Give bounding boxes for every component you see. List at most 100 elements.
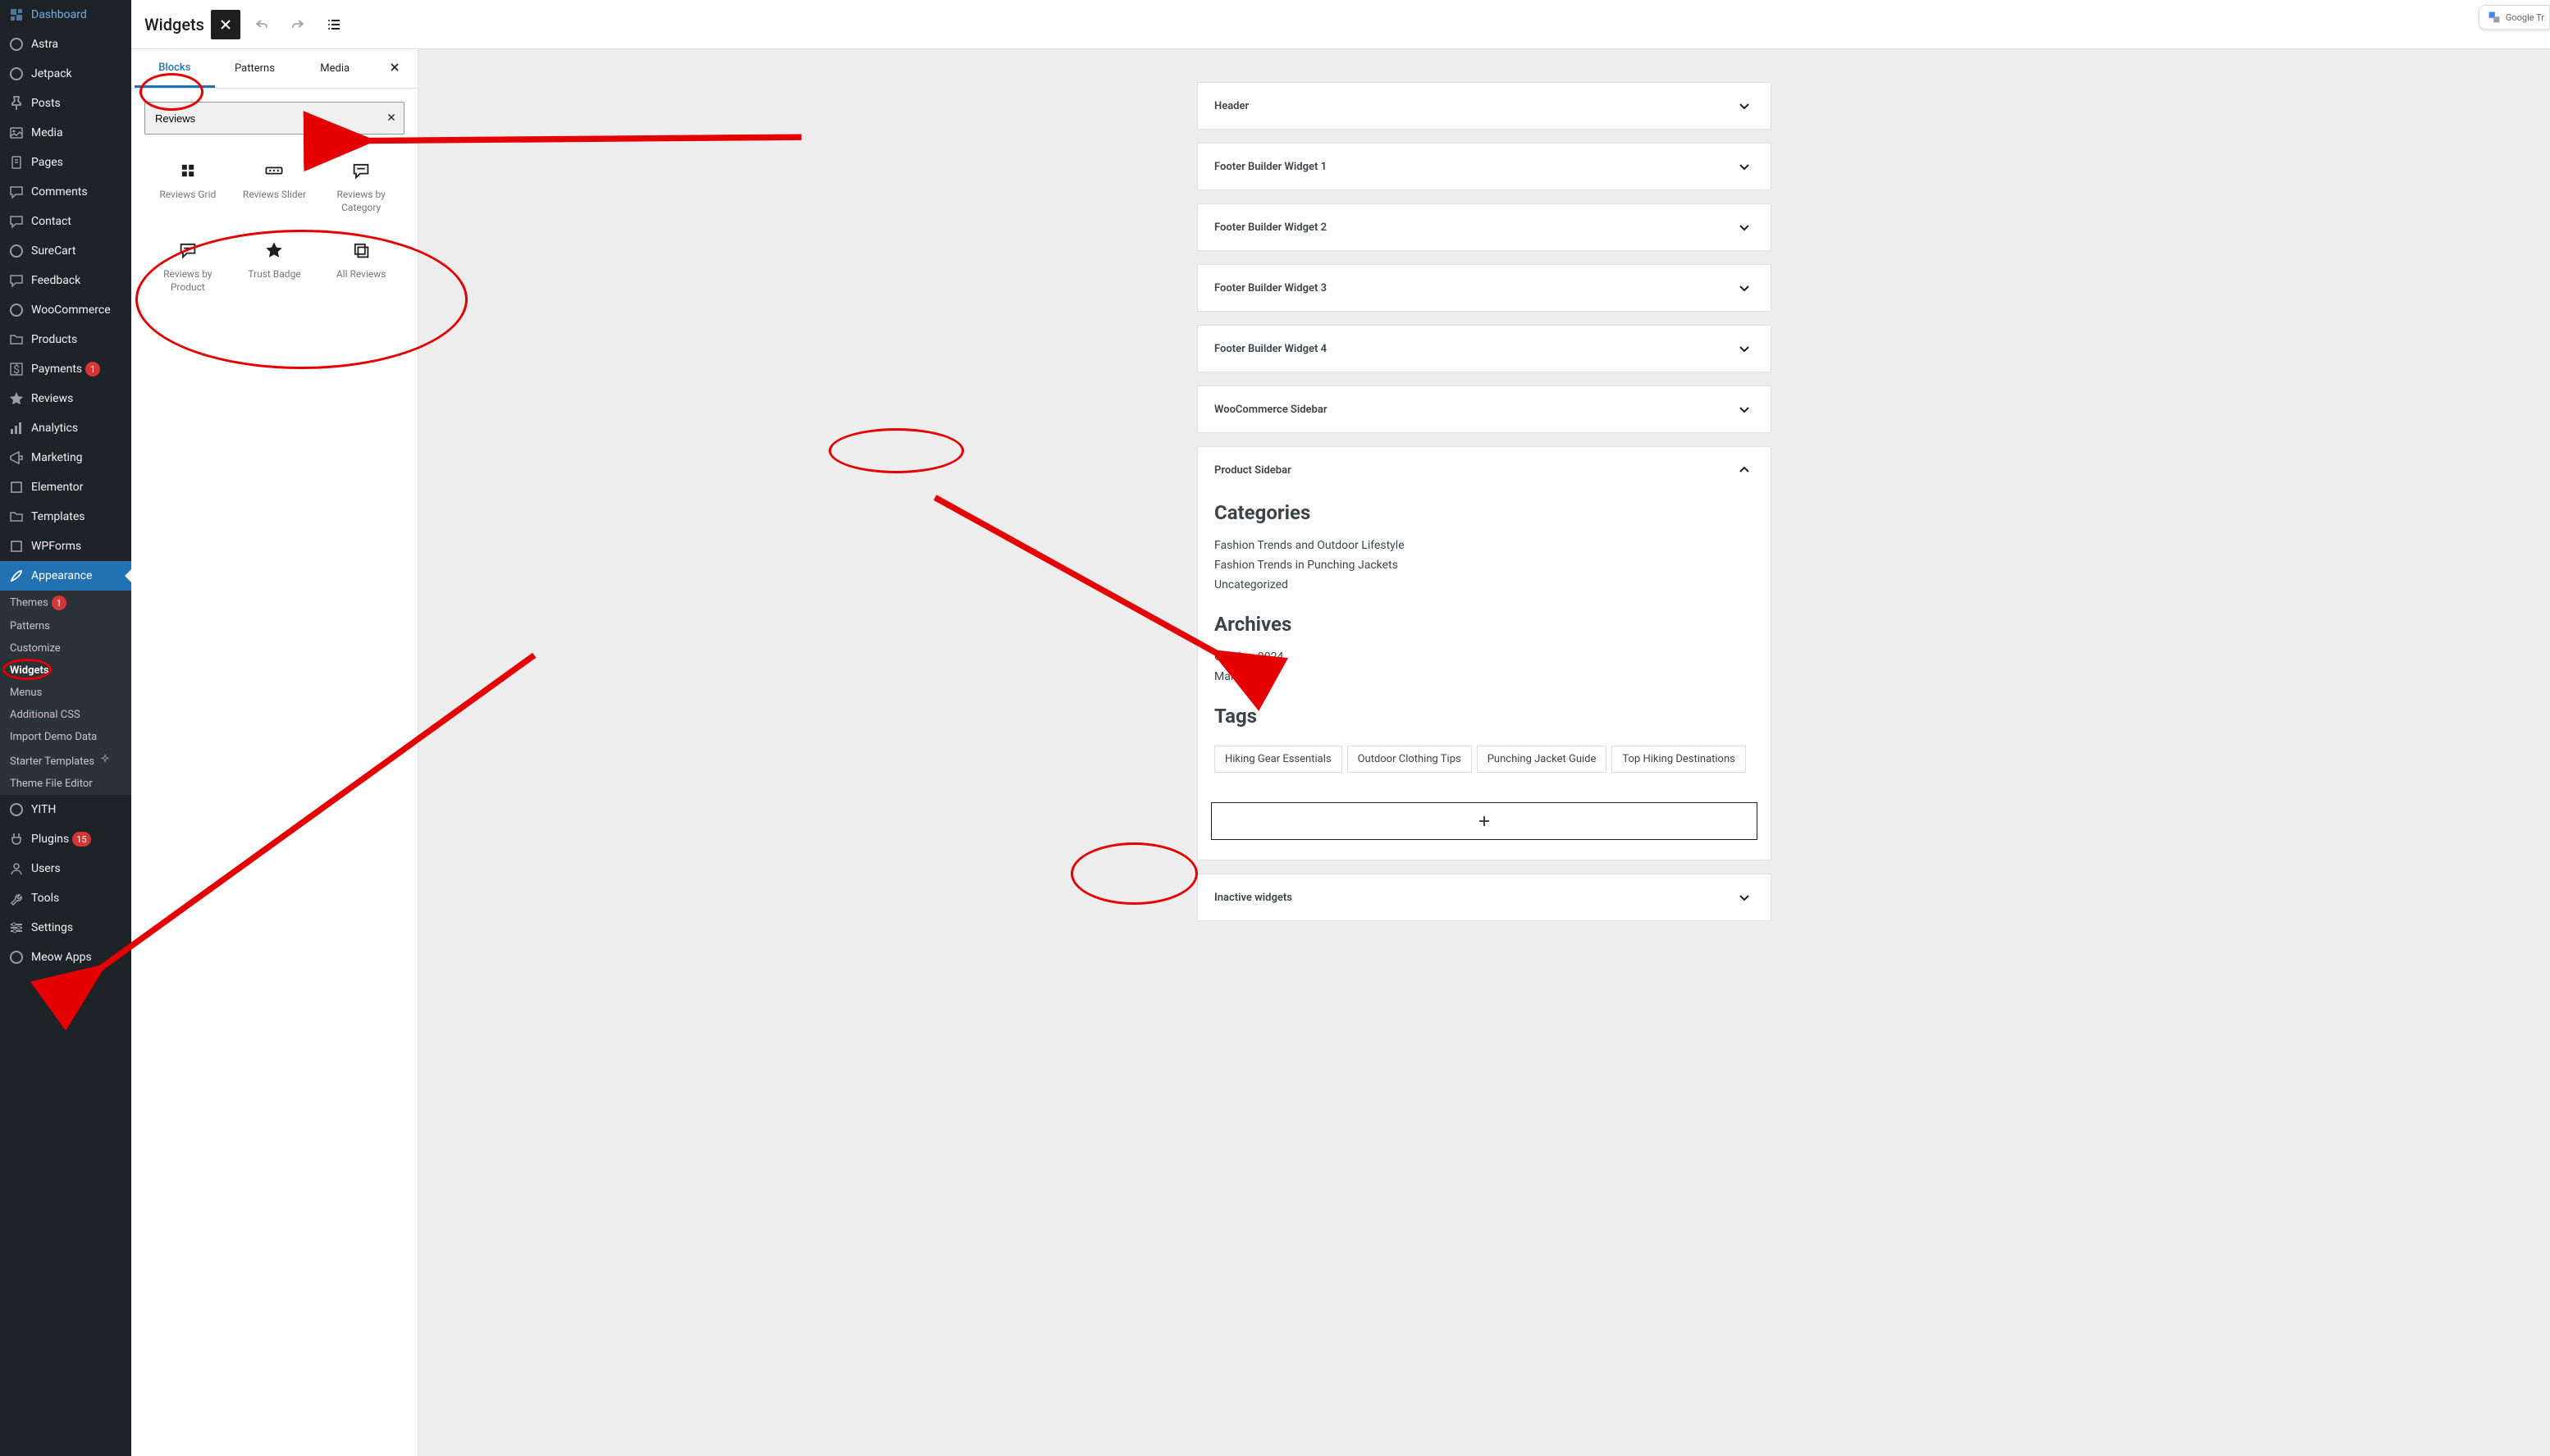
sidebar-item-jetpack[interactable]: Jetpack bbox=[0, 59, 131, 89]
sidebar-item-woocommerce[interactable]: WooCommerce bbox=[0, 295, 131, 325]
search-input[interactable] bbox=[155, 112, 386, 125]
category-link[interactable]: Uncategorized bbox=[1214, 575, 1754, 595]
block-reviews-by-product[interactable]: Reviews by Product bbox=[144, 227, 231, 307]
sidebar-item-users[interactable]: Users bbox=[0, 854, 131, 883]
area-header[interactable]: Inactive widgets bbox=[1198, 874, 1771, 920]
tab-blocks[interactable]: Blocks bbox=[135, 50, 215, 88]
sidebar-item-astra[interactable]: Astra bbox=[0, 30, 131, 59]
sidebar-item-payments[interactable]: Payments1 bbox=[0, 354, 131, 384]
sidebar-item-posts[interactable]: Posts bbox=[0, 89, 131, 118]
block-reviews-slider[interactable]: Reviews Slider bbox=[231, 148, 318, 227]
sidebar-item-settings[interactable]: Settings bbox=[0, 913, 131, 943]
submenu-item-widgets[interactable]: Widgets bbox=[0, 660, 131, 682]
archive-link[interactable]: March 2024 bbox=[1214, 667, 1754, 687]
sidebar-item-label: Pages bbox=[31, 156, 63, 169]
block-all-reviews[interactable]: All Reviews bbox=[318, 227, 404, 307]
archives-heading[interactable]: Archives bbox=[1198, 605, 1771, 644]
star-icon bbox=[8, 390, 25, 407]
sidebar-item-elementor[interactable]: Elementor bbox=[0, 472, 131, 502]
block-reviews-grid[interactable]: Reviews Grid bbox=[144, 148, 231, 227]
tab-media[interactable]: Media bbox=[295, 51, 375, 86]
sidebar-item-products[interactable]: Products bbox=[0, 325, 131, 354]
redo-button[interactable] bbox=[283, 10, 313, 39]
sidebar-item-pages[interactable]: Pages bbox=[0, 148, 131, 177]
submenu-item-customize[interactable]: Customize bbox=[0, 637, 131, 660]
area-header[interactable]: Footer Builder Widget 4 bbox=[1198, 326, 1771, 372]
submenu-item-theme-file-editor[interactable]: Theme File Editor bbox=[0, 773, 131, 795]
sidebar-item-media[interactable]: Media bbox=[0, 118, 131, 148]
tag-link[interactable]: Top Hiking Destinations bbox=[1611, 746, 1745, 773]
area-header[interactable]: Footer Builder Widget 3 bbox=[1198, 265, 1771, 311]
sidebar-item-tools[interactable]: Tools bbox=[0, 883, 131, 913]
sidebar-item-plugins[interactable]: Plugins15 bbox=[0, 824, 131, 854]
sidebar-item-reviews[interactable]: Reviews bbox=[0, 384, 131, 413]
submenu-item-additional-css[interactable]: Additional CSS bbox=[0, 704, 131, 726]
chevron-down-icon bbox=[1734, 339, 1754, 358]
submenu-label: Themes bbox=[10, 597, 48, 609]
sidebar-item-comments[interactable]: Comments bbox=[0, 177, 131, 207]
sidebar-item-appearance[interactable]: Appearance bbox=[0, 561, 131, 591]
sidebar-item-label: WooCommerce bbox=[31, 304, 111, 317]
sidebar-item-label: Jetpack bbox=[31, 67, 72, 80]
sidebar-item-analytics[interactable]: Analytics bbox=[0, 413, 131, 443]
sidebar-item-templates[interactable]: Templates bbox=[0, 502, 131, 532]
category-link[interactable]: Fashion Trends and Outdoor Lifestyle bbox=[1214, 536, 1754, 555]
inserter-tabs: Blocks Patterns Media bbox=[131, 49, 418, 89]
tag-link[interactable]: Punching Jacket Guide bbox=[1477, 746, 1607, 773]
sidebar-item-label: Elementor bbox=[31, 481, 83, 494]
submenu-item-menus[interactable]: Menus bbox=[0, 682, 131, 704]
submenu-item-import-demo[interactable]: Import Demo Data bbox=[0, 726, 131, 748]
block-inserter-toggle[interactable] bbox=[211, 10, 240, 39]
categories-heading[interactable]: Categories bbox=[1198, 493, 1771, 532]
translate-label: Google Tr bbox=[2506, 12, 2544, 23]
submenu-item-themes[interactable]: Themes 1 bbox=[0, 591, 131, 615]
clear-search-icon[interactable] bbox=[386, 111, 397, 126]
area-header[interactable]: Product Sidebar bbox=[1198, 447, 1771, 493]
sidebar-item-yith[interactable]: YITH bbox=[0, 795, 131, 824]
area-header[interactable]: Footer Builder Widget 2 bbox=[1198, 204, 1771, 250]
tag-link[interactable]: Outdoor Clothing Tips bbox=[1347, 746, 1472, 773]
sidebar-item-label: Feedback bbox=[31, 274, 80, 287]
count-badge: 1 bbox=[52, 596, 66, 610]
area-header[interactable]: Header bbox=[1198, 83, 1771, 129]
sidebar-item-surecart[interactable]: SureCart bbox=[0, 236, 131, 266]
sidebar-item-contact[interactable]: Contact bbox=[0, 207, 131, 236]
sidebar-item-meow-apps[interactable]: Meow Apps bbox=[0, 943, 131, 972]
tags-heading[interactable]: Tags bbox=[1198, 696, 1771, 736]
sidebar-item-label: Marketing bbox=[31, 451, 83, 464]
payments-icon bbox=[8, 361, 25, 377]
brush-icon bbox=[8, 568, 25, 584]
sidebar-item-label: Dashboard bbox=[31, 8, 87, 21]
inserter-close-button[interactable] bbox=[375, 61, 414, 77]
widget-area-footer-3: Footer Builder Widget 3 bbox=[1197, 264, 1771, 312]
meow-icon bbox=[8, 949, 25, 965]
sidebar-item-dashboard[interactable]: Dashboard bbox=[0, 0, 131, 30]
block-label: All Reviews bbox=[336, 268, 386, 281]
contact-icon bbox=[8, 213, 25, 230]
surecart-icon bbox=[8, 243, 25, 259]
submenu-item-starter-templates[interactable]: Starter Templates bbox=[0, 748, 131, 773]
widget-area-woo-sidebar: WooCommerce Sidebar bbox=[1197, 386, 1771, 433]
block-reviews-by-category[interactable]: Reviews by Category bbox=[318, 148, 404, 227]
admin-sidebar: Dashboard Astra Jetpack PostsMedia Pages Comm… bbox=[0, 0, 131, 1456]
tab-patterns[interactable]: Patterns bbox=[215, 51, 295, 86]
submenu-item-patterns[interactable]: Patterns bbox=[0, 615, 131, 637]
astra-icon bbox=[8, 36, 25, 52]
block-label: Reviews Slider bbox=[243, 189, 306, 202]
area-header[interactable]: WooCommerce Sidebar bbox=[1198, 386, 1771, 432]
area-header[interactable]: Footer Builder Widget 1 bbox=[1198, 144, 1771, 189]
sidebar-item-wpforms[interactable]: WPForms bbox=[0, 532, 131, 561]
category-link[interactable]: Fashion Trends in Punching Jackets bbox=[1214, 555, 1754, 575]
tag-link[interactable]: Hiking Gear Essentials bbox=[1214, 746, 1342, 773]
folder-icon bbox=[8, 509, 25, 525]
block-trust-badge[interactable]: Trust Badge bbox=[231, 227, 318, 307]
add-block-button[interactable] bbox=[1211, 802, 1757, 840]
area-title: Inactive widgets bbox=[1214, 892, 1292, 904]
google-translate-badge[interactable]: Google Tr bbox=[2479, 5, 2550, 30]
archive-link[interactable]: October 2024 bbox=[1214, 647, 1754, 667]
sidebar-item-marketing[interactable]: Marketing bbox=[0, 443, 131, 472]
undo-button[interactable] bbox=[247, 10, 276, 39]
document-overview-button[interactable] bbox=[319, 10, 349, 39]
sidebar-item-feedback[interactable]: Feedback bbox=[0, 266, 131, 295]
editor-header: Widgets bbox=[131, 0, 2550, 49]
